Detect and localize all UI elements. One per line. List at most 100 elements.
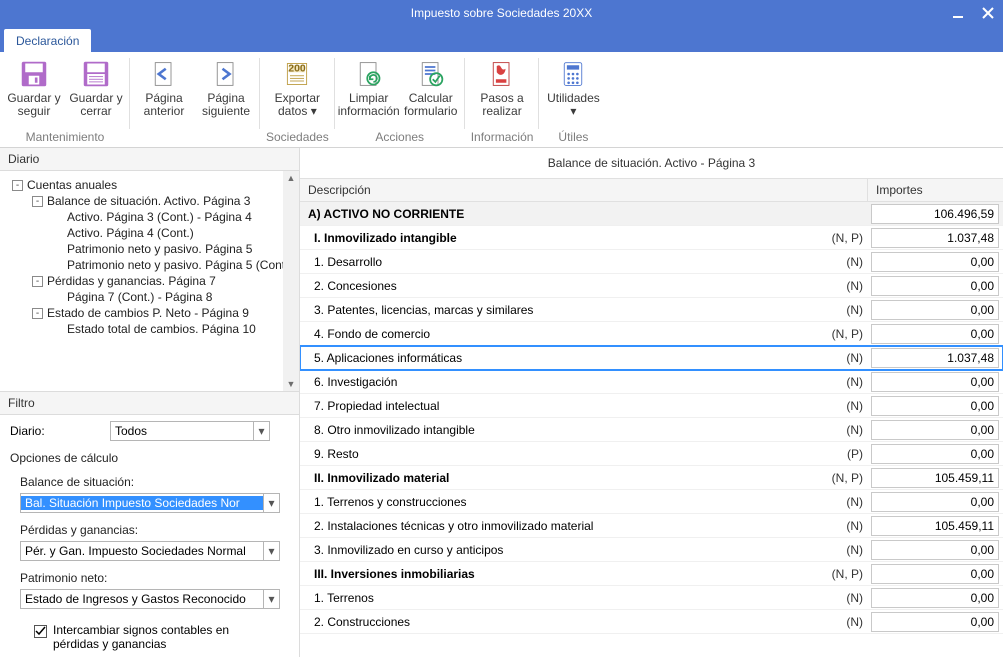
tree-item[interactable]: Patrimonio neto y pasivo. Página 5 xyxy=(4,241,299,257)
swap-signs-checkbox[interactable] xyxy=(34,625,47,638)
table-row[interactable]: A) ACTIVO NO CORRIENTE xyxy=(300,202,1003,226)
next-page-button[interactable]: Página siguiente xyxy=(198,58,254,118)
table-row[interactable]: 4. Fondo de comercio(N, P) xyxy=(300,322,1003,346)
scroll-up-icon[interactable]: ▲ xyxy=(287,171,296,185)
amount-input[interactable] xyxy=(871,228,999,248)
table-row[interactable]: 2. Instalaciones técnicas y otro inmovil… xyxy=(300,514,1003,538)
tree-item[interactable]: Estado total de cambios. Página 10 xyxy=(4,321,299,337)
amount-input[interactable] xyxy=(871,612,999,632)
row-np-tag: (P) xyxy=(817,447,867,461)
amount-input[interactable] xyxy=(871,492,999,512)
clear-icon xyxy=(353,58,385,90)
amount-input[interactable] xyxy=(871,348,999,368)
amount-input[interactable] xyxy=(871,396,999,416)
ribbon: Guardar y seguirGuardar y cerrarMantenim… xyxy=(0,52,1003,148)
amount-input[interactable] xyxy=(871,204,999,224)
save-continue-button[interactable]: Guardar y seguir xyxy=(6,58,62,118)
tree-item[interactable]: -Balance de situación. Activo. Página 3 xyxy=(4,193,299,209)
ribbon-button-label: Exportar datos ▾ xyxy=(269,92,325,118)
ribbon-group: Utilidades ▾Útiles xyxy=(539,52,607,147)
table-row[interactable]: 2. Concesiones(N) xyxy=(300,274,1003,298)
table-row[interactable]: 8. Otro inmovilizado intangible(N) xyxy=(300,418,1003,442)
calc-form-button[interactable]: Calcular formulario xyxy=(403,58,459,118)
tree-toggle-icon[interactable]: - xyxy=(12,180,23,191)
tree-item[interactable]: -Cuentas anuales xyxy=(4,177,299,193)
tree-item[interactable]: Activo. Página 4 (Cont.) xyxy=(4,225,299,241)
row-description: 3. Patentes, licencias, marcas y similar… xyxy=(300,303,817,317)
tree-item[interactable]: -Estado de cambios P. Neto - Página 9 xyxy=(4,305,299,321)
amount-input[interactable] xyxy=(871,564,999,584)
scroll-down-icon[interactable]: ▼ xyxy=(287,377,296,391)
table-row[interactable]: 3. Patentes, licencias, marcas y similar… xyxy=(300,298,1003,322)
table-row[interactable]: 6. Investigación(N) xyxy=(300,370,1003,394)
table-row[interactable]: 1. Terrenos y construcciones(N) xyxy=(300,490,1003,514)
amount-input[interactable] xyxy=(871,420,999,440)
tree-item[interactable]: -Pérdidas y ganancias. Página 7 xyxy=(4,273,299,289)
table-row[interactable]: 9. Resto(P) xyxy=(300,442,1003,466)
row-description: II. Inmovilizado material xyxy=(300,471,817,485)
row-description: I. Inmovilizado intangible xyxy=(300,231,817,245)
minimize-button[interactable] xyxy=(943,0,973,26)
table-row[interactable]: 2. Construcciones(N) xyxy=(300,610,1003,634)
amount-input[interactable] xyxy=(871,276,999,296)
tree-toggle-icon[interactable]: - xyxy=(32,276,43,287)
tree-item[interactable]: Activo. Página 3 (Cont.) - Página 4 xyxy=(4,209,299,225)
pyg-dropdown[interactable]: Pér. y Gan. Impuesto Sociedades Normal ▾ xyxy=(20,541,280,561)
col-desc-header: Descripción xyxy=(300,179,867,201)
ribbon-group: 200Exportar datos ▾Sociedades xyxy=(260,52,335,147)
table-row[interactable]: 5. Aplicaciones informáticas(N) xyxy=(300,346,1003,370)
row-np-tag: (N) xyxy=(817,543,867,557)
table-row[interactable]: 1. Desarrollo(N) xyxy=(300,250,1003,274)
amount-input[interactable] xyxy=(871,324,999,344)
pn-value: Estado de Ingresos y Gastos Reconocido xyxy=(21,592,263,606)
tree-item-label: Patrimonio neto y pasivo. Página 5 xyxy=(67,242,252,256)
row-description: 2. Construcciones xyxy=(300,615,817,629)
amount-input[interactable] xyxy=(871,444,999,464)
ribbon-button-label: Guardar y cerrar xyxy=(68,92,124,118)
utilities-button[interactable]: Utilidades ▾ xyxy=(545,58,601,118)
tree-container[interactable]: -Cuentas anuales-Balance de situación. A… xyxy=(0,171,299,391)
balance-label: Balance de situación: xyxy=(10,475,289,489)
tab-declaracion[interactable]: Declaración xyxy=(4,29,91,52)
row-np-tag: (N, P) xyxy=(817,327,867,341)
save-icon xyxy=(18,58,50,90)
table-row[interactable]: 3. Inmovilizado en curso y anticipos(N) xyxy=(300,538,1003,562)
row-np-tag: (N) xyxy=(817,591,867,605)
amount-input[interactable] xyxy=(871,588,999,608)
amount-input[interactable] xyxy=(871,300,999,320)
grid-body[interactable]: A) ACTIVO NO CORRIENTEI. Inmovilizado in… xyxy=(300,202,1003,657)
main-area: Diario -Cuentas anuales-Balance de situa… xyxy=(0,148,1003,657)
table-row[interactable]: 1. Terrenos(N) xyxy=(300,586,1003,610)
amount-input[interactable] xyxy=(871,516,999,536)
table-row[interactable]: I. Inmovilizado intangible(N, P) xyxy=(300,226,1003,250)
table-row[interactable]: 7. Propiedad intelectual(N) xyxy=(300,394,1003,418)
tree-scrollbar[interactable]: ▲ ▼ xyxy=(283,171,299,391)
amount-input[interactable] xyxy=(871,252,999,272)
clear-info-button[interactable]: Limpiar información xyxy=(341,58,397,118)
diario-dropdown[interactable]: Todos ▾ xyxy=(110,421,270,441)
pn-dropdown[interactable]: Estado de Ingresos y Gastos Reconocido ▾ xyxy=(20,589,280,609)
row-description: 9. Resto xyxy=(300,447,817,461)
tree-toggle-icon[interactable]: - xyxy=(32,308,43,319)
ribbon-button-label: Pasos a realizar xyxy=(474,92,530,118)
table-row[interactable]: II. Inmovilizado material(N, P) xyxy=(300,466,1003,490)
amount-input[interactable] xyxy=(871,540,999,560)
table-row[interactable]: III. Inversiones inmobiliarias(N, P) xyxy=(300,562,1003,586)
prev-page-button[interactable]: Página anterior xyxy=(136,58,192,118)
steps-button[interactable]: Pasos a realizar xyxy=(474,58,530,118)
amount-input[interactable] xyxy=(871,468,999,488)
close-button[interactable] xyxy=(973,0,1003,26)
row-description: 1. Terrenos y construcciones xyxy=(300,495,817,509)
save-close-button[interactable]: Guardar y cerrar xyxy=(68,58,124,118)
tree-item-label: Pérdidas y ganancias. Página 7 xyxy=(47,274,216,288)
ribbon-group: Pasos a realizarInformación xyxy=(465,52,540,147)
window-title: Impuesto sobre Sociedades 20XX xyxy=(411,6,592,20)
row-description: 1. Terrenos xyxy=(300,591,817,605)
tree-item[interactable]: Patrimonio neto y pasivo. Página 5 (Cont… xyxy=(4,257,299,273)
amount-input[interactable] xyxy=(871,372,999,392)
tree-toggle-icon[interactable]: - xyxy=(32,196,43,207)
export-data-button[interactable]: 200Exportar datos ▾ xyxy=(269,58,325,118)
balance-dropdown[interactable]: Bal. Situación Impuesto Sociedades Nor ▾ xyxy=(20,493,280,513)
tree-item[interactable]: Página 7 (Cont.) - Página 8 xyxy=(4,289,299,305)
right-title: Balance de situación. Activo - Página 3 xyxy=(300,148,1003,179)
